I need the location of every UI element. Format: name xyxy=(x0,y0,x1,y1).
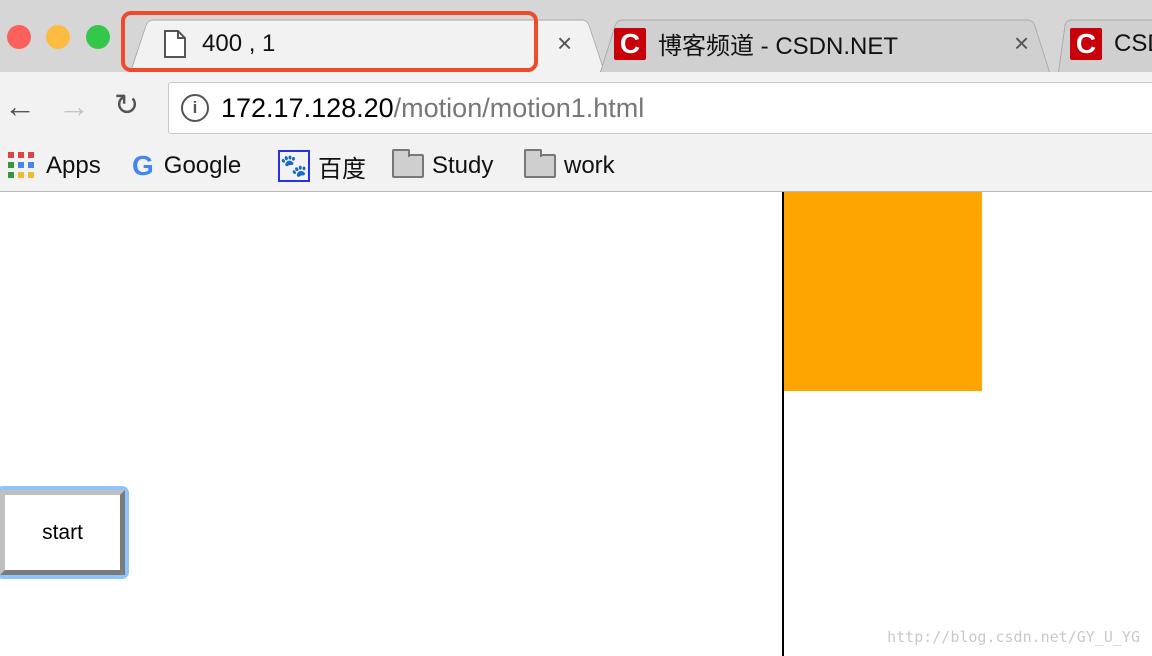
folder-icon xyxy=(524,149,556,178)
bookmark-study[interactable]: Study xyxy=(392,149,494,182)
bookmark-label: Google xyxy=(163,152,242,179)
reload-icon[interactable]: ↻ xyxy=(114,90,139,122)
bookmarks-bar: Apps G Google 🐾 百度 Study work xyxy=(0,142,1152,192)
tab-title: 博客频道 - CSDN.NET xyxy=(658,33,898,60)
minimize-window-button[interactable] xyxy=(46,25,70,49)
tab-title: CSD xyxy=(1114,29,1152,57)
apps-grid-icon xyxy=(8,152,34,178)
maximize-window-button[interactable] xyxy=(86,25,110,49)
close-tab-icon[interactable]: × xyxy=(1014,28,1029,59)
url-host: 172.17.128.20 xyxy=(221,92,394,123)
bookmark-google[interactable]: G Google xyxy=(132,150,241,182)
info-icon[interactable]: i xyxy=(181,94,209,122)
tab-highlight-annotation xyxy=(121,11,538,72)
bookmark-work[interactable]: work xyxy=(524,149,615,182)
csdn-icon: C xyxy=(1070,27,1102,60)
bookmark-apps[interactable]: Apps xyxy=(8,150,101,182)
bookmark-label: Study xyxy=(432,152,494,179)
address-bar[interactable]: i 172.17.128.20/motion/motion1.html xyxy=(168,82,1152,134)
bookmark-label: 百度 xyxy=(318,155,366,183)
back-icon[interactable]: ← xyxy=(4,90,36,122)
bookmark-baidu[interactable]: 🐾 百度 xyxy=(278,150,366,183)
url-path: /motion/motion1.html xyxy=(393,92,645,123)
csdn-icon: C xyxy=(614,27,646,60)
close-window-button[interactable] xyxy=(7,25,31,49)
baidu-paw-icon: 🐾 xyxy=(278,150,310,182)
forward-icon[interactable]: → xyxy=(58,90,90,122)
watermark: http://blog.csdn.net/GY_U_YG xyxy=(887,628,1140,646)
tab-bar: 400 , 1 × C 博客频道 - CSDN.NET × C CSD xyxy=(0,0,1152,72)
google-icon: G xyxy=(132,150,154,181)
bookmark-label: Apps xyxy=(46,152,101,179)
start-button[interactable]: start xyxy=(0,490,125,575)
close-tab-icon[interactable]: × xyxy=(557,28,572,59)
toolbar: ← → ↻ i 172.17.128.20/motion/motion1.htm… xyxy=(0,72,1152,142)
tab-csdn-2[interactable]: C CSD xyxy=(1058,15,1152,72)
moving-box xyxy=(784,192,982,391)
bookmark-label: work xyxy=(564,152,615,179)
tab-csdn[interactable]: C 博客频道 - CSDN.NET × xyxy=(600,15,1050,72)
folder-icon xyxy=(392,149,424,178)
